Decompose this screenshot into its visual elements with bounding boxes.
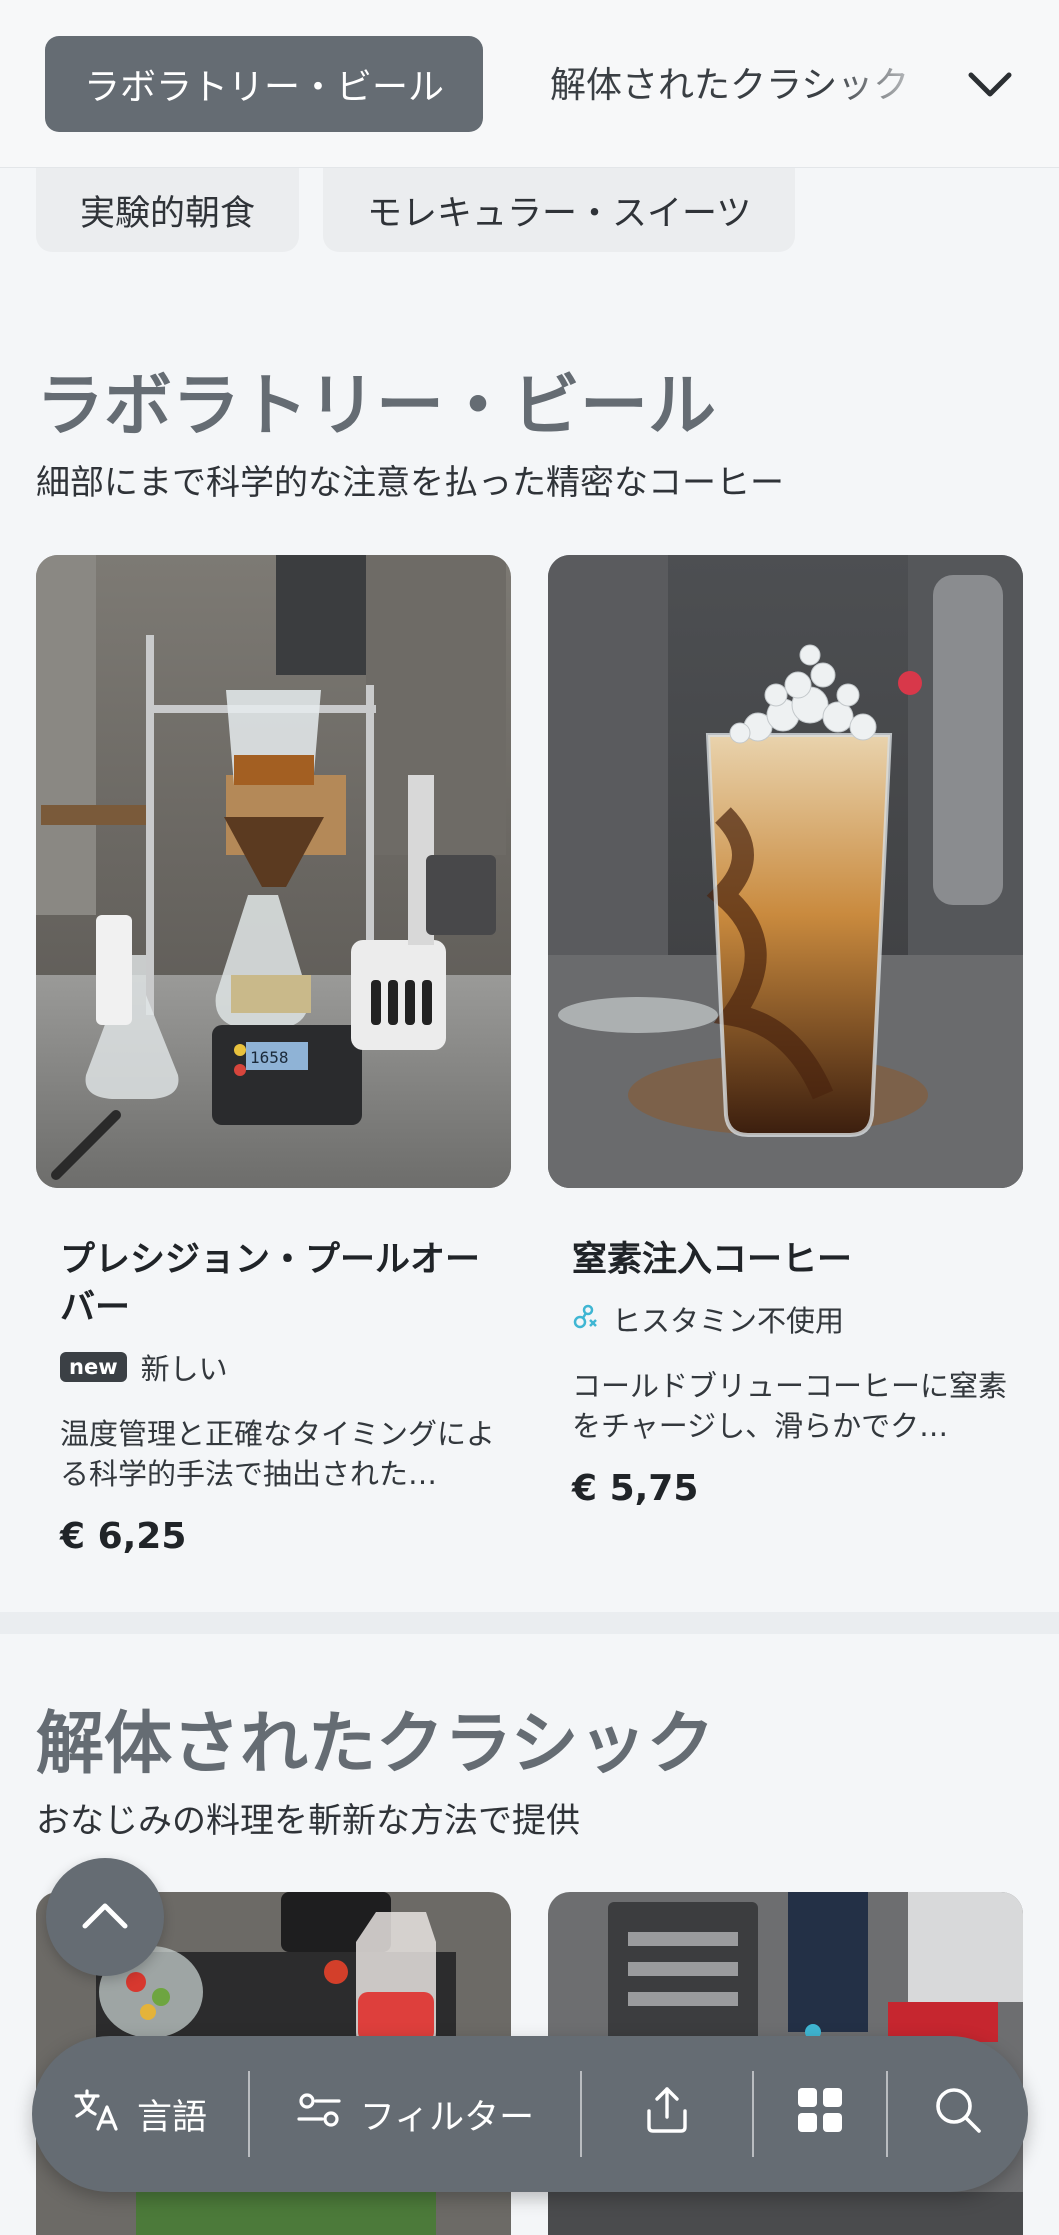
grid-icon bbox=[796, 2086, 844, 2143]
section-subtitle: 細部にまで科学的な注意を払った精密なコーヒー bbox=[36, 463, 784, 503]
category-bar: ラボラトリー・ビール 解体されたクラシック bbox=[0, 0, 1059, 168]
scroll-top-button[interactable] bbox=[46, 1858, 164, 1976]
filter-label: フィルター bbox=[359, 2097, 535, 2138]
section-divider bbox=[0, 1612, 1059, 1634]
product-name: プレシジョン・プールオーバー bbox=[60, 1240, 481, 1328]
product-tag: 新しい bbox=[140, 1352, 228, 1386]
chevron-down-icon[interactable] bbox=[955, 50, 1025, 120]
scale-readout: 1658 bbox=[250, 1048, 289, 1067]
share-icon bbox=[643, 2085, 691, 2144]
category-chip[interactable]: モレキュラー・スイーツ bbox=[323, 168, 796, 252]
language-label: 言語 bbox=[136, 2097, 207, 2138]
product-description: コールドブリューコーヒーに窒素をチャージし、滑らかでク… bbox=[572, 1369, 1008, 1443]
product-price: € 6,25 bbox=[60, 1516, 187, 1557]
chevron-up-icon bbox=[81, 1900, 129, 1934]
menu-page: ラボラトリー・ビール 解体されたクラシック 実験的朝食 モレキュラー・スイーツ … bbox=[0, 0, 1059, 2235]
product-tags: new 新しい bbox=[60, 1346, 510, 1388]
section-title: ラボラトリー・ビール bbox=[36, 367, 717, 446]
translate-icon bbox=[73, 2087, 119, 2142]
search-button[interactable] bbox=[888, 2036, 1028, 2192]
product-tag: ヒスタミン不使用 bbox=[612, 1304, 845, 1338]
section-subtitle: おなじみの料理を斬新な方法で提供 bbox=[36, 1801, 580, 1841]
category-fade bbox=[830, 40, 950, 130]
product-description: 温度管理と正確なタイミングによる科学的手法で抽出された… bbox=[60, 1417, 496, 1491]
sliders-icon bbox=[296, 2090, 342, 2139]
new-badge: new bbox=[60, 1352, 127, 1382]
product-tags: ヒスタミン不使用 bbox=[572, 1298, 1022, 1340]
product-name: 窒素注入コーヒー bbox=[572, 1240, 853, 1280]
filter-button[interactable]: フィルター bbox=[250, 2036, 580, 2192]
category-tab-active[interactable]: ラボラトリー・ビール bbox=[45, 36, 483, 132]
product-image[interactable]: 1658 bbox=[36, 555, 511, 1188]
product-image[interactable] bbox=[548, 555, 1023, 1188]
language-button[interactable]: 言語 bbox=[32, 2036, 248, 2192]
category-chips: 実験的朝食 モレキュラー・スイーツ bbox=[36, 168, 796, 252]
share-button[interactable] bbox=[582, 2036, 752, 2192]
product-card[interactable]: プレシジョン・プールオーバー new 新しい 温度管理と正確なタイミングによる科… bbox=[60, 1236, 510, 1557]
product-price: € 5,75 bbox=[572, 1468, 699, 1509]
category-chip[interactable]: 実験的朝食 bbox=[36, 168, 300, 252]
grid-view-button[interactable] bbox=[754, 2036, 886, 2192]
bottom-action-bar: 言語 フィルター bbox=[32, 2036, 1028, 2192]
section-title: 解体されたクラシック bbox=[36, 1705, 715, 1784]
product-card[interactable]: 窒素注入コーヒー ヒスタミン不使用 コールドブリューコーヒーに窒素をチャージし、… bbox=[572, 1236, 1022, 1509]
search-icon bbox=[934, 2086, 982, 2143]
histamine-free-icon bbox=[572, 1302, 598, 1337]
